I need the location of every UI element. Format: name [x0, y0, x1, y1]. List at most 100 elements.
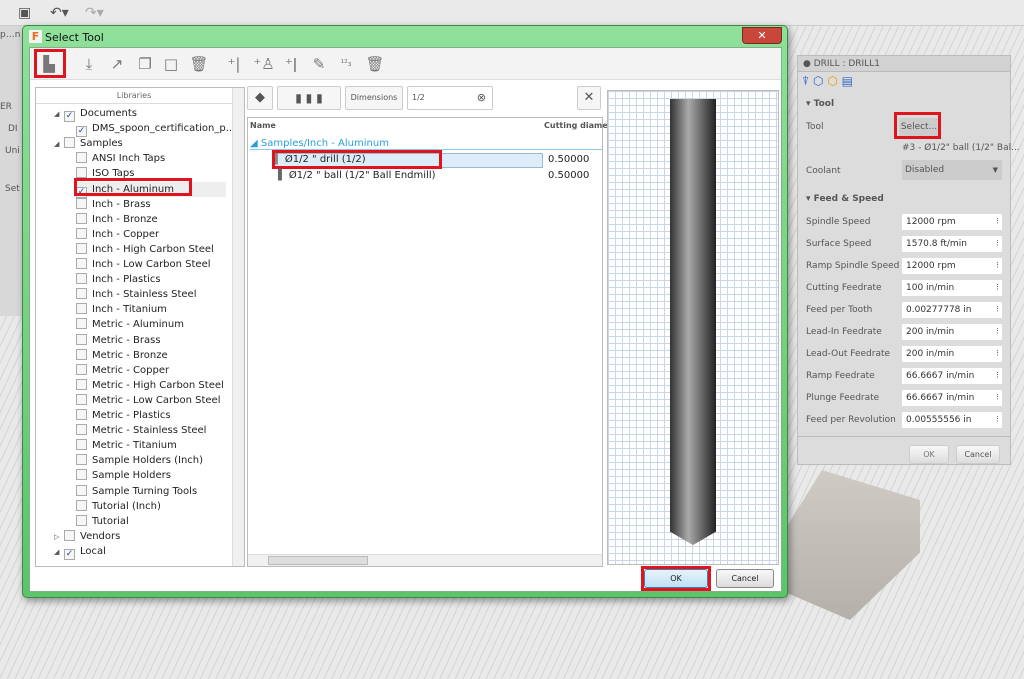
- clear-icon[interactable]: ⊗: [477, 87, 486, 109]
- library-item[interactable]: Metric - Bronze: [76, 348, 168, 363]
- checkbox[interactable]: [76, 499, 87, 511]
- insert-filter-icon[interactable]: ◆: [247, 86, 273, 110]
- new-library-icon[interactable]: □: [160, 53, 182, 75]
- column-name[interactable]: Name: [250, 121, 276, 130]
- spinner-icon[interactable]: ⁝: [996, 236, 999, 252]
- dimensions-button[interactable]: Dimensions: [345, 86, 403, 110]
- save-icon[interactable]: ▣: [18, 5, 31, 21]
- checkbox[interactable]: [64, 137, 75, 149]
- edit-icon[interactable]: ✎: [308, 53, 330, 75]
- library-item[interactable]: Inch - Plastics: [76, 272, 161, 287]
- library-item[interactable]: Metric - High Carbon Steel: [76, 378, 224, 393]
- import-icon[interactable]: ⤓: [78, 53, 100, 75]
- library-item[interactable]: Metric - Brass: [76, 333, 161, 348]
- field-input[interactable]: 0.00555556 in ⁝: [902, 412, 1002, 428]
- new-turning-icon[interactable]: ⁺ǀ: [280, 53, 302, 75]
- group-header[interactable]: ◢ Samples/Inch - Aluminum: [250, 138, 602, 150]
- table-row[interactable]: ▌ Ø1/2 " ball (1/2" Ball Endmill): [278, 170, 436, 181]
- tool-section-header[interactable]: ▾ Tool: [806, 99, 834, 109]
- field-input[interactable]: 0.00277778 in ⁝: [902, 302, 1002, 318]
- libraries-scrollbar[interactable]: [232, 88, 244, 566]
- library-item[interactable]: Metric - Stainless Steel: [76, 423, 206, 438]
- library-item[interactable]: Metric - Aluminum: [76, 317, 184, 332]
- checkbox[interactable]: [76, 197, 87, 209]
- library-item[interactable]: Inch - Bronze: [76, 212, 158, 227]
- checkbox[interactable]: [76, 318, 87, 330]
- expand-icon[interactable]: ◢: [54, 107, 64, 122]
- checkbox[interactable]: [76, 484, 87, 496]
- geometry-tab-icon[interactable]: ⬡: [813, 74, 823, 88]
- checkbox[interactable]: [76, 273, 87, 285]
- library-item[interactable]: ANSI Inch Taps: [76, 151, 165, 166]
- checkbox[interactable]: ✓: [64, 111, 75, 122]
- field-input[interactable]: 200 in/min ⁝: [902, 324, 1002, 340]
- library-item[interactable]: ▷ Vendors: [54, 529, 120, 544]
- checkbox[interactable]: [76, 439, 87, 451]
- checkbox[interactable]: ✓: [64, 548, 75, 560]
- checkbox[interactable]: [76, 212, 87, 224]
- field-input[interactable]: 12000 rpm ⁝: [902, 258, 1002, 274]
- spinner-icon[interactable]: ⁝: [996, 280, 999, 296]
- field-input[interactable]: 66.6667 in/min ⁝: [902, 368, 1002, 384]
- checkbox[interactable]: [76, 152, 87, 164]
- checkbox[interactable]: [76, 424, 87, 436]
- undo-icon[interactable]: ↶▾: [50, 5, 69, 21]
- export-icon[interactable]: ↗: [106, 53, 128, 75]
- library-item[interactable]: ◢ Samples: [54, 136, 123, 151]
- library-item[interactable]: Metric - Copper: [76, 363, 169, 378]
- cycle-tab-icon[interactable]: ▤: [842, 74, 853, 88]
- new-tool-icon[interactable]: ⁺|: [223, 53, 245, 75]
- copy-icon[interactable]: ❐: [134, 53, 156, 75]
- checkbox[interactable]: [76, 363, 87, 375]
- library-item[interactable]: Inch - Stainless Steel: [76, 287, 196, 302]
- tool-tab-icon[interactable]: ⍒: [802, 74, 809, 88]
- library-item[interactable]: Metric - Titanium: [76, 438, 177, 453]
- checkbox[interactable]: [76, 393, 87, 405]
- field-input[interactable]: 66.6667 in/min ⁝: [902, 390, 1002, 406]
- checkbox[interactable]: [76, 303, 87, 315]
- document-tab[interactable]: p…n: [0, 30, 20, 40]
- field-input[interactable]: 200 in/min ⁝: [902, 346, 1002, 362]
- redo-icon[interactable]: ↷▾: [85, 5, 104, 21]
- checkbox[interactable]: [76, 227, 87, 239]
- field-input[interactable]: 100 in/min ⁝: [902, 280, 1002, 296]
- library-item[interactable]: Inch - Low Carbon Steel: [76, 257, 211, 272]
- library-item[interactable]: Tutorial: [76, 514, 129, 529]
- checkbox[interactable]: [76, 469, 87, 481]
- spinner-icon[interactable]: ⁝: [996, 258, 999, 274]
- library-item[interactable]: Inch - Copper: [76, 227, 159, 242]
- heights-tab-icon[interactable]: ⬡: [827, 74, 837, 88]
- library-item[interactable]: ◢ ✓ Documents: [54, 106, 137, 122]
- coolant-dropdown[interactable]: Disabled ▼: [902, 160, 1002, 180]
- panel-cancel-button[interactable]: Cancel: [956, 445, 1000, 464]
- new-holder-icon[interactable]: ⁺♙: [253, 53, 275, 75]
- checkbox[interactable]: [76, 454, 87, 466]
- checkbox[interactable]: [76, 167, 87, 179]
- library-item[interactable]: Tutorial (Inch): [76, 499, 161, 514]
- checkbox[interactable]: [64, 529, 75, 541]
- library-item[interactable]: ◢ ✓ Local: [54, 544, 106, 560]
- close-filter-button[interactable]: ✕: [577, 86, 601, 110]
- milling-filter-icon[interactable]: ▮ ▮ ▮: [277, 86, 341, 110]
- expand-icon[interactable]: ◢: [54, 137, 64, 152]
- checkbox[interactable]: [76, 378, 87, 390]
- library-item[interactable]: Inch - Titanium: [76, 302, 167, 317]
- delete-library-icon[interactable]: 🗑: [188, 53, 210, 75]
- delete-tool-icon[interactable]: 🗑: [364, 53, 386, 75]
- renumber-icon[interactable]: ¹²₃: [335, 53, 357, 75]
- checkbox[interactable]: [76, 258, 87, 269]
- search-input[interactable]: 1/2 ⊗: [407, 86, 493, 110]
- checkbox[interactable]: [76, 288, 87, 300]
- checkbox[interactable]: [76, 242, 87, 254]
- library-item[interactable]: ✓ DMS_spoon_certification_p...: [76, 121, 235, 138]
- checkbox[interactable]: [76, 333, 87, 345]
- horizontal-scrollbar[interactable]: [248, 554, 602, 566]
- library-item[interactable]: Sample Holders (Inch): [76, 453, 203, 468]
- spinner-icon[interactable]: ⁝: [996, 346, 999, 362]
- library-item[interactable]: Inch - High Carbon Steel: [76, 242, 214, 257]
- cancel-button[interactable]: Cancel: [716, 569, 774, 588]
- panel-ok-button[interactable]: OK: [909, 445, 949, 464]
- spinner-icon[interactable]: ⁝: [996, 302, 999, 318]
- feed-section-header[interactable]: ▾ Feed & Speed: [806, 194, 884, 204]
- library-item[interactable]: Inch - Brass: [76, 197, 151, 212]
